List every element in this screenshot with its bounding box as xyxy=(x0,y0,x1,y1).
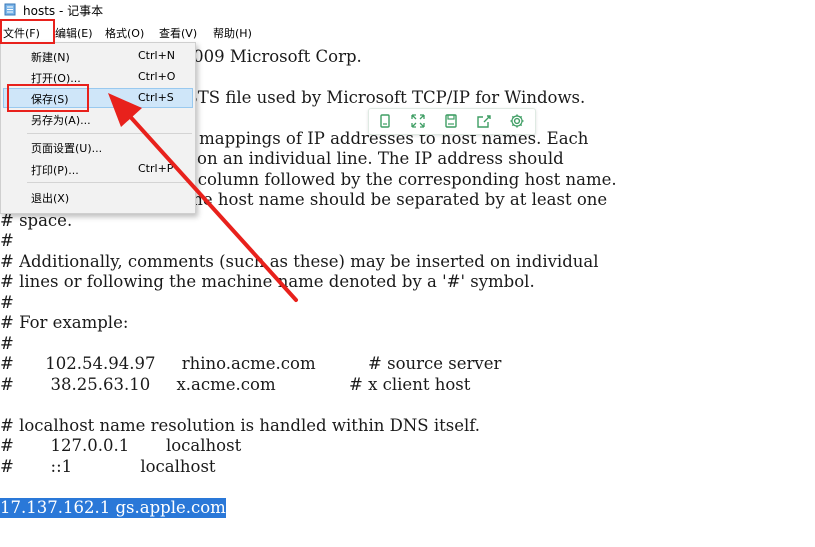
annotation-arrow xyxy=(108,93,298,302)
